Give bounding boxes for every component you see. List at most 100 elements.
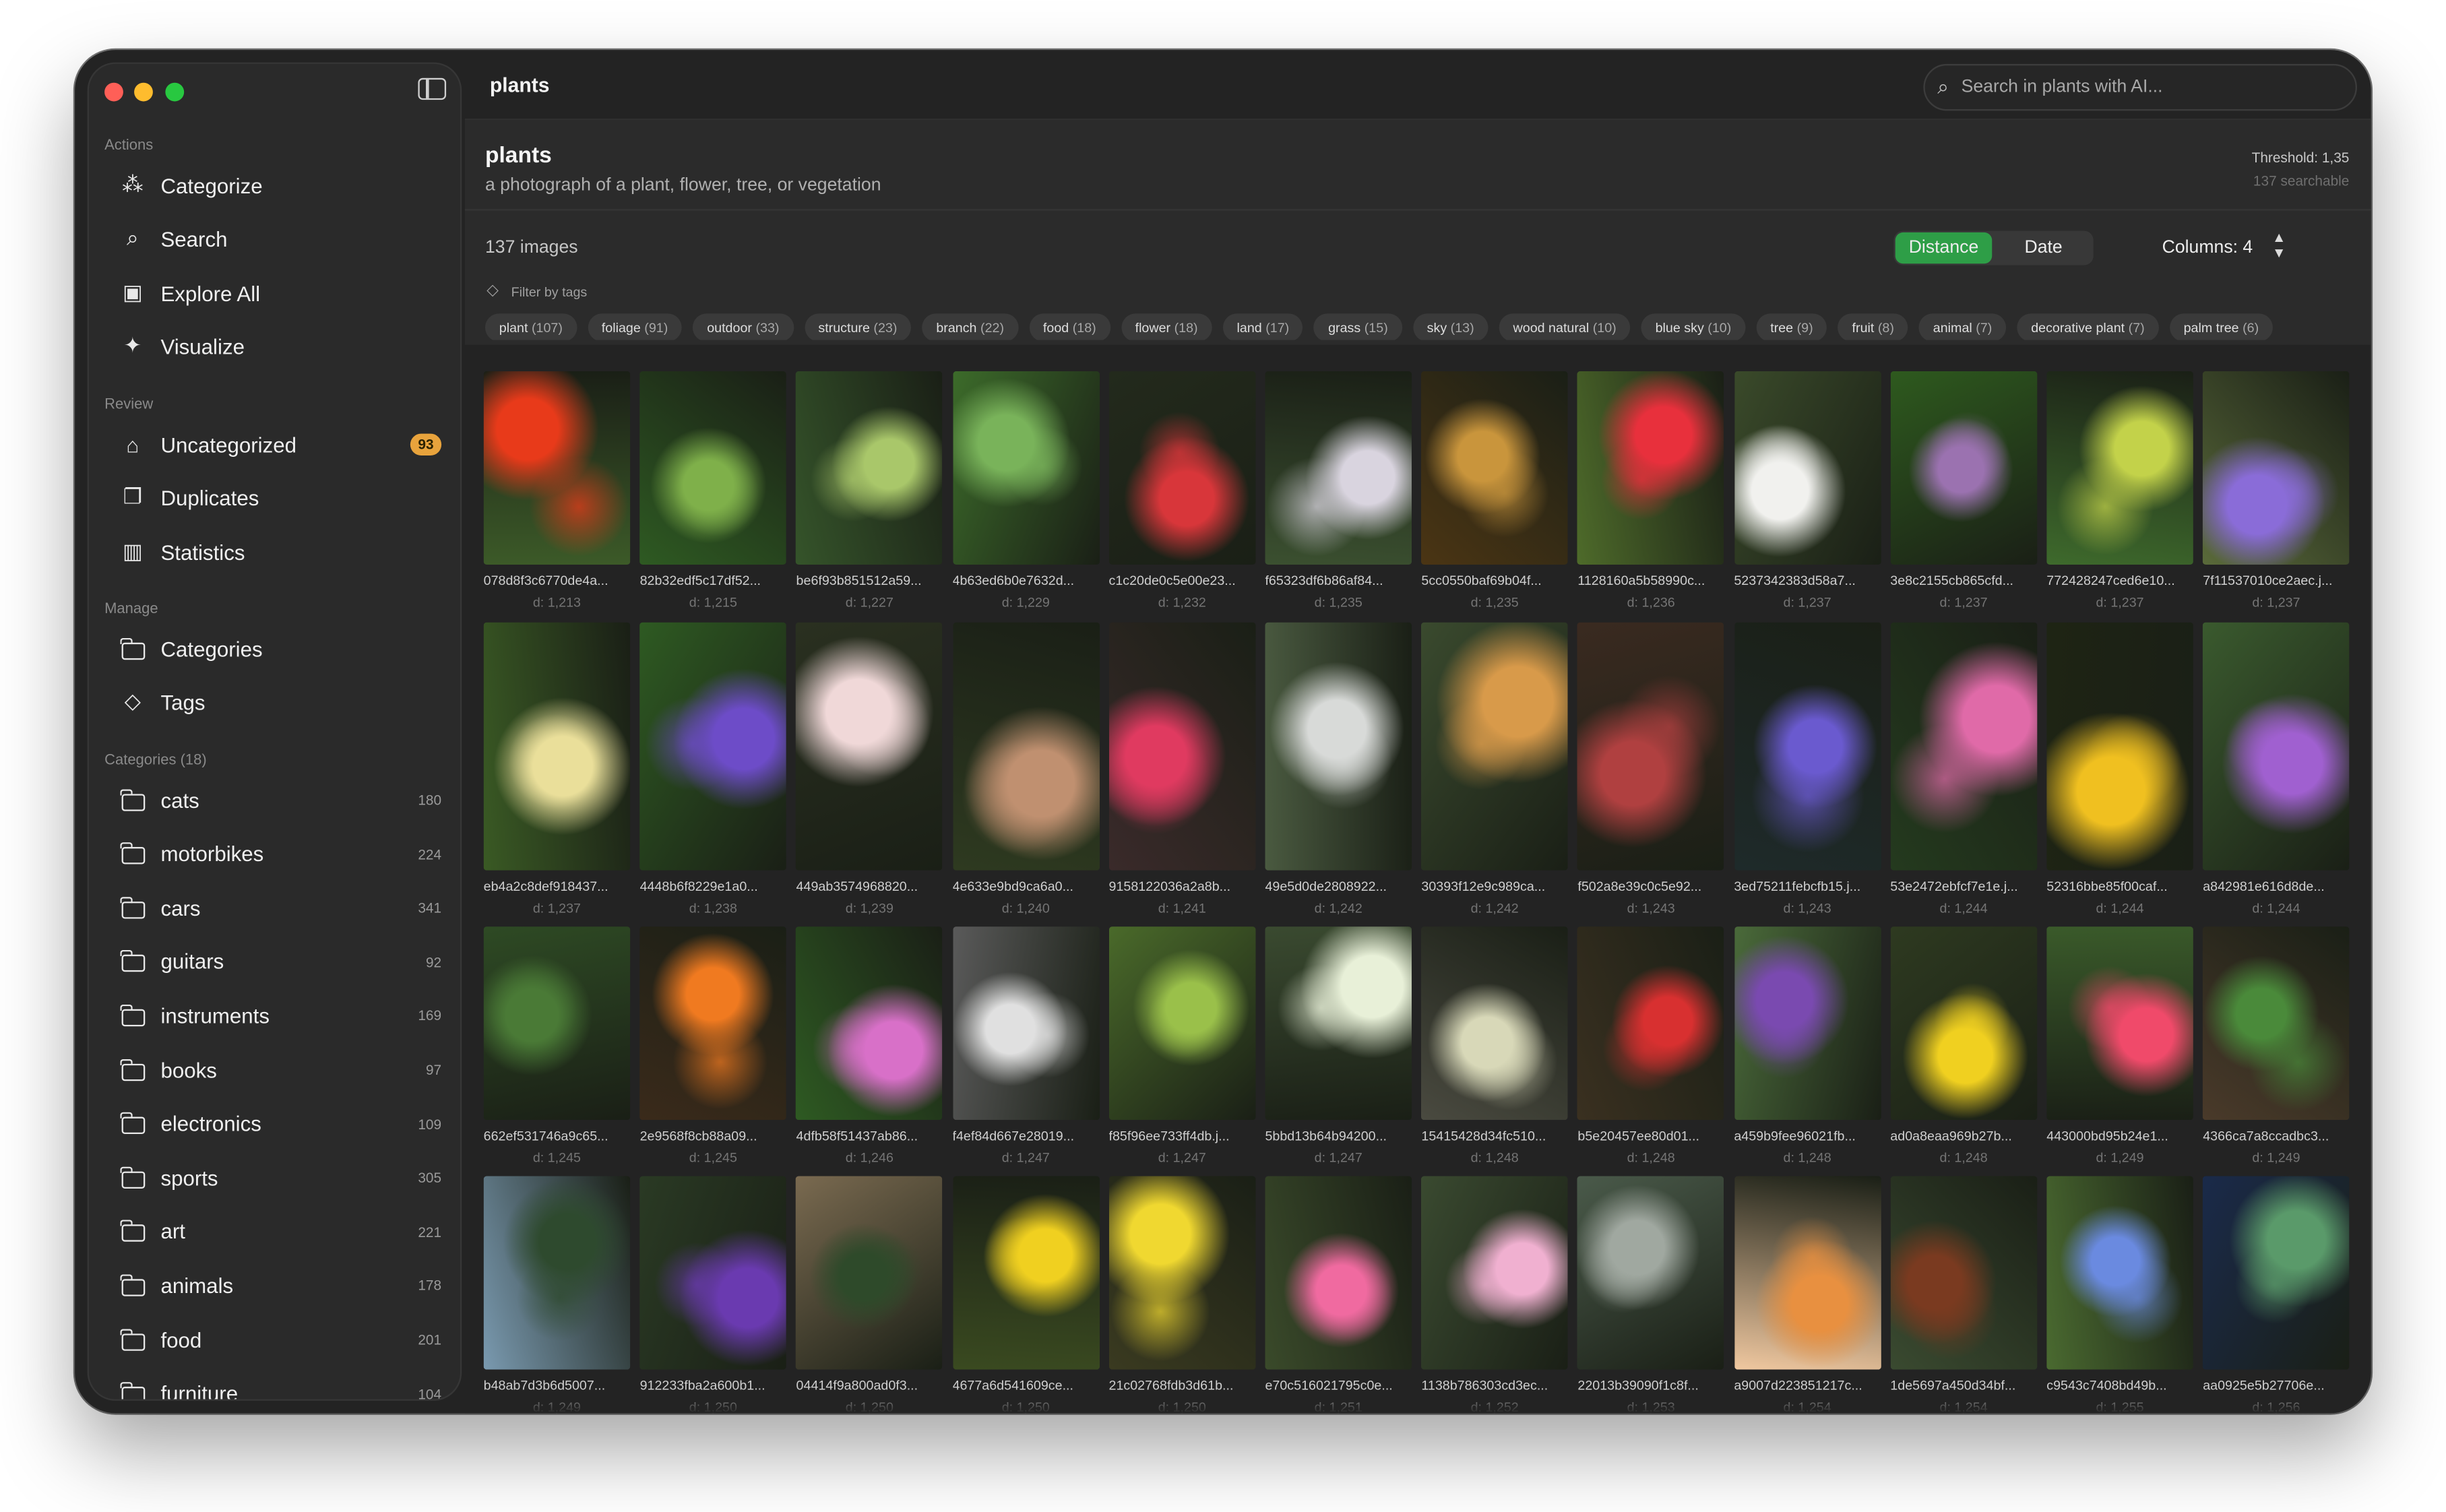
sidebar-item-category[interactable]: instruments 169: [104, 993, 447, 1039]
tag-chip[interactable]: wood natural (10): [1499, 313, 1631, 340]
image-thumbnail-cell[interactable]: 5237342383d58a7... d: 1,237: [1734, 371, 1881, 610]
zoom-window-button[interactable]: [165, 82, 185, 102]
image-thumbnail-cell[interactable]: 15415428d34fc510... d: 1,248: [1421, 926, 1569, 1165]
tag-chip[interactable]: flower (18): [1121, 313, 1212, 340]
image-thumbnail-cell[interactable]: 04414f9a800ad0f3...d: 1,250: [796, 1176, 943, 1413]
sidebar-item-uncategorized[interactable]: ⌂ Uncategorized 93: [104, 421, 447, 468]
sidebar-item-category[interactable]: sports 305: [104, 1155, 447, 1201]
sidebar-item-search[interactable]: ⌕ Search: [104, 215, 447, 261]
tag-chip[interactable]: branch (22): [922, 313, 1018, 340]
close-window-button[interactable]: [104, 82, 123, 102]
tag-chip[interactable]: tree (9): [1756, 313, 1827, 340]
image-thumbnail-cell[interactable]: f65323df6b86af84... d: 1,235: [1265, 371, 1412, 610]
sidebar-item-category[interactable]: art 221: [104, 1209, 447, 1255]
search-input[interactable]: ⌕ Search in plants with AI...: [1923, 63, 2357, 111]
image-thumbnail-cell[interactable]: ad0a8eaa969b27b... d: 1,248: [1890, 926, 2037, 1165]
tag-chip[interactable]: fruit (8): [1838, 313, 1908, 340]
image-thumbnail-cell[interactable]: eb4a2c8def918437... d: 1,237: [483, 622, 631, 916]
image-thumbnail-cell[interactable]: 7f11537010ce2aec.j... d: 1,237: [2203, 371, 2350, 610]
image-thumbnail-cell[interactable]: 52316bbe85f00caf... d: 1,244: [2046, 622, 2193, 916]
image-thumbnail-cell[interactable]: 4677a6d541609ce...d: 1,250: [952, 1176, 1100, 1413]
image-thumbnail-cell[interactable]: 30393f12e9c989ca... d: 1,242: [1421, 622, 1569, 916]
image-thumbnail-cell[interactable]: aa0925e5b27706e...d: 1,256: [2203, 1176, 2350, 1413]
image-thumbnail-cell[interactable]: b48ab7d3b6d5007...d: 1,249: [483, 1176, 631, 1413]
image-thumbnail-cell[interactable]: 5cc0550baf69b04f... d: 1,235: [1421, 371, 1569, 610]
image-thumbnail-cell[interactable]: 912233fba2a600b1...d: 1,250: [639, 1176, 787, 1413]
sidebar-item-tags[interactable]: ◇ Tags: [104, 679, 447, 725]
sidebar-item-categories[interactable]: Categories: [104, 625, 447, 672]
image-thumbnail-cell[interactable]: 1de5697a450d34bf...d: 1,254: [1890, 1176, 2037, 1413]
sidebar-item-category[interactable]: food 201: [104, 1317, 447, 1363]
tag-chip[interactable]: structure (23): [804, 313, 912, 340]
image-thumbnail-cell[interactable]: 4e633e9bd9ca6a0... d: 1,240: [952, 622, 1100, 916]
image-thumbnail-cell[interactable]: f502a8e39c0c5e92... d: 1,243: [1577, 622, 1724, 916]
sidebar-item-category[interactable]: books 97: [104, 1046, 447, 1093]
image-thumbnail-cell[interactable]: 3ed75211febcfb15.j... d: 1,243: [1734, 622, 1881, 916]
tag-chip[interactable]: sky (13): [1412, 313, 1488, 340]
sidebar-item-explore-all[interactable]: ▣ Explore All: [104, 270, 447, 316]
image-thumbnail-cell[interactable]: f85f96ee733ff4db.j... d: 1,247: [1108, 926, 1256, 1165]
image-thumbnail-cell[interactable]: 4dfb58f51437ab86... d: 1,246: [796, 926, 943, 1165]
image-thumbnail-cell[interactable]: b5e20457ee80d01... d: 1,248: [1577, 926, 1724, 1165]
image-thumbnail-cell[interactable]: 21c02768fdb3d61b...d: 1,250: [1108, 1176, 1256, 1413]
image-thumbnail-cell[interactable]: 449ab3574968820... d: 1,239: [796, 622, 943, 916]
sidebar-toggle-icon[interactable]: [418, 77, 447, 100]
tag-chip[interactable]: animal (7): [1918, 313, 2007, 340]
divider: [464, 118, 2371, 121]
image-thumbnail-cell[interactable]: 49e5d0de2808922... d: 1,242: [1265, 622, 1412, 916]
sidebar-item-category[interactable]: motorbikes 224: [104, 831, 447, 877]
image-thumbnail-cell[interactable]: 9158122036a2a8b... d: 1,241: [1108, 622, 1256, 916]
image-thumbnail-cell[interactable]: 4366ca7a8ccadbc3... d: 1,249: [2203, 926, 2350, 1165]
image-thumbnail-cell[interactable]: 078d8f3c6770de4a... d: 1,213: [483, 371, 631, 610]
tag-chip[interactable]: palm tree (6): [2169, 313, 2273, 340]
tag-chip[interactable]: outdoor (33): [693, 313, 794, 340]
sort-distance-button[interactable]: Distance: [1895, 232, 1993, 264]
sidebar-item-statistics[interactable]: ▥ Statistics: [104, 529, 447, 575]
image-thumbnail-cell[interactable]: e70c516021795c0e...d: 1,251: [1265, 1176, 1412, 1413]
image-thumbnail-cell[interactable]: 2e9568f8cb88a09... d: 1,245: [639, 926, 787, 1165]
sidebar-item-category[interactable]: electronics 109: [104, 1100, 447, 1147]
tag-chip[interactable]: grass (15): [1314, 313, 1402, 340]
image-thumbnail-cell[interactable]: 443000bd95b24e1... d: 1,249: [2046, 926, 2193, 1165]
columns-stepper[interactable]: ▲ ▼: [2268, 229, 2290, 263]
image-thumbnail-cell[interactable]: 1138b786303cd3ec...d: 1,252: [1421, 1176, 1569, 1413]
image-filename: a842981e616d8de...: [2203, 878, 2325, 894]
image-distance: d: 1,247: [1001, 1149, 1050, 1166]
tag-chip[interactable]: blue sky (10): [1641, 313, 1746, 340]
image-thumbnail-cell[interactable]: be6f93b851512a59... d: 1,227: [796, 371, 943, 610]
image-thumbnail-cell[interactable]: a9007d223851217c...d: 1,254: [1734, 1176, 1881, 1413]
tag-chip[interactable]: land (17): [1222, 313, 1304, 340]
image-thumbnail-cell[interactable]: 662ef531746a9c65... d: 1,245: [483, 926, 631, 1165]
image-thumbnail-cell[interactable]: 82b32edf5c17df52... d: 1,215: [639, 371, 787, 610]
image-thumbnail-cell[interactable]: 5bbd13b64b94200... d: 1,247: [1265, 926, 1412, 1165]
image-thumbnail-cell[interactable]: a459b9fee96021fb... d: 1,248: [1734, 926, 1881, 1165]
image-thumbnail-cell[interactable]: 1128160a5b58990c... d: 1,236: [1577, 371, 1724, 610]
sort-date-button[interactable]: Date: [1995, 232, 2092, 263]
minimize-window-button[interactable]: [134, 82, 153, 102]
sidebar-item-duplicates[interactable]: ❐ Duplicates: [104, 474, 447, 521]
sidebar-item-category[interactable]: furniture 104: [104, 1371, 447, 1399]
sidebar-item-categorize[interactable]: ⁂ Categorize: [104, 162, 447, 209]
image-filename: 4448b6f8229e1a0...: [639, 878, 758, 894]
sidebar-item-category[interactable]: animals 178: [104, 1263, 447, 1309]
image-thumbnail-cell[interactable]: 4448b6f8229e1a0... d: 1,238: [639, 622, 787, 916]
plant-photo: [1421, 1176, 1569, 1370]
image-thumbnail-cell[interactable]: c1c20de0c5e00e23... d: 1,232: [1108, 371, 1256, 610]
tag-chip[interactable]: food (18): [1029, 313, 1110, 340]
image-thumbnail-cell[interactable]: 772428247ced6e10... d: 1,237: [2046, 371, 2193, 610]
image-thumbnail-cell[interactable]: c9543c7408bd49b...d: 1,255: [2046, 1176, 2193, 1413]
image-thumbnail-cell[interactable]: 22013b39090f1c8f...d: 1,253: [1577, 1176, 1724, 1413]
image-filename: 30393f12e9c989ca...: [1421, 878, 1546, 894]
sidebar-item-category[interactable]: cats 180: [104, 777, 447, 823]
image-thumbnail-cell[interactable]: 3e8c2155cb865cfd... d: 1,237: [1890, 371, 2037, 610]
image-thumbnail-cell[interactable]: f4ef84d667e28019... d: 1,247: [952, 926, 1100, 1166]
sidebar-item-category[interactable]: guitars 92: [104, 939, 447, 985]
image-thumbnail-cell[interactable]: 4b63ed6b0e7632d... d: 1,229: [952, 371, 1100, 610]
tag-chip[interactable]: foliage (91): [587, 313, 683, 340]
sidebar-item-category[interactable]: cars 341: [104, 885, 447, 931]
tag-chip[interactable]: plant (107): [484, 313, 577, 340]
image-thumbnail-cell[interactable]: 53e2472ebfcf7e1e.j... d: 1,244: [1890, 622, 2037, 916]
image-thumbnail-cell[interactable]: a842981e616d8de... d: 1,244: [2203, 622, 2350, 916]
sidebar-item-visualize[interactable]: ✦ Visualize: [104, 323, 447, 369]
tag-chip[interactable]: decorative plant (7): [2017, 313, 2159, 340]
